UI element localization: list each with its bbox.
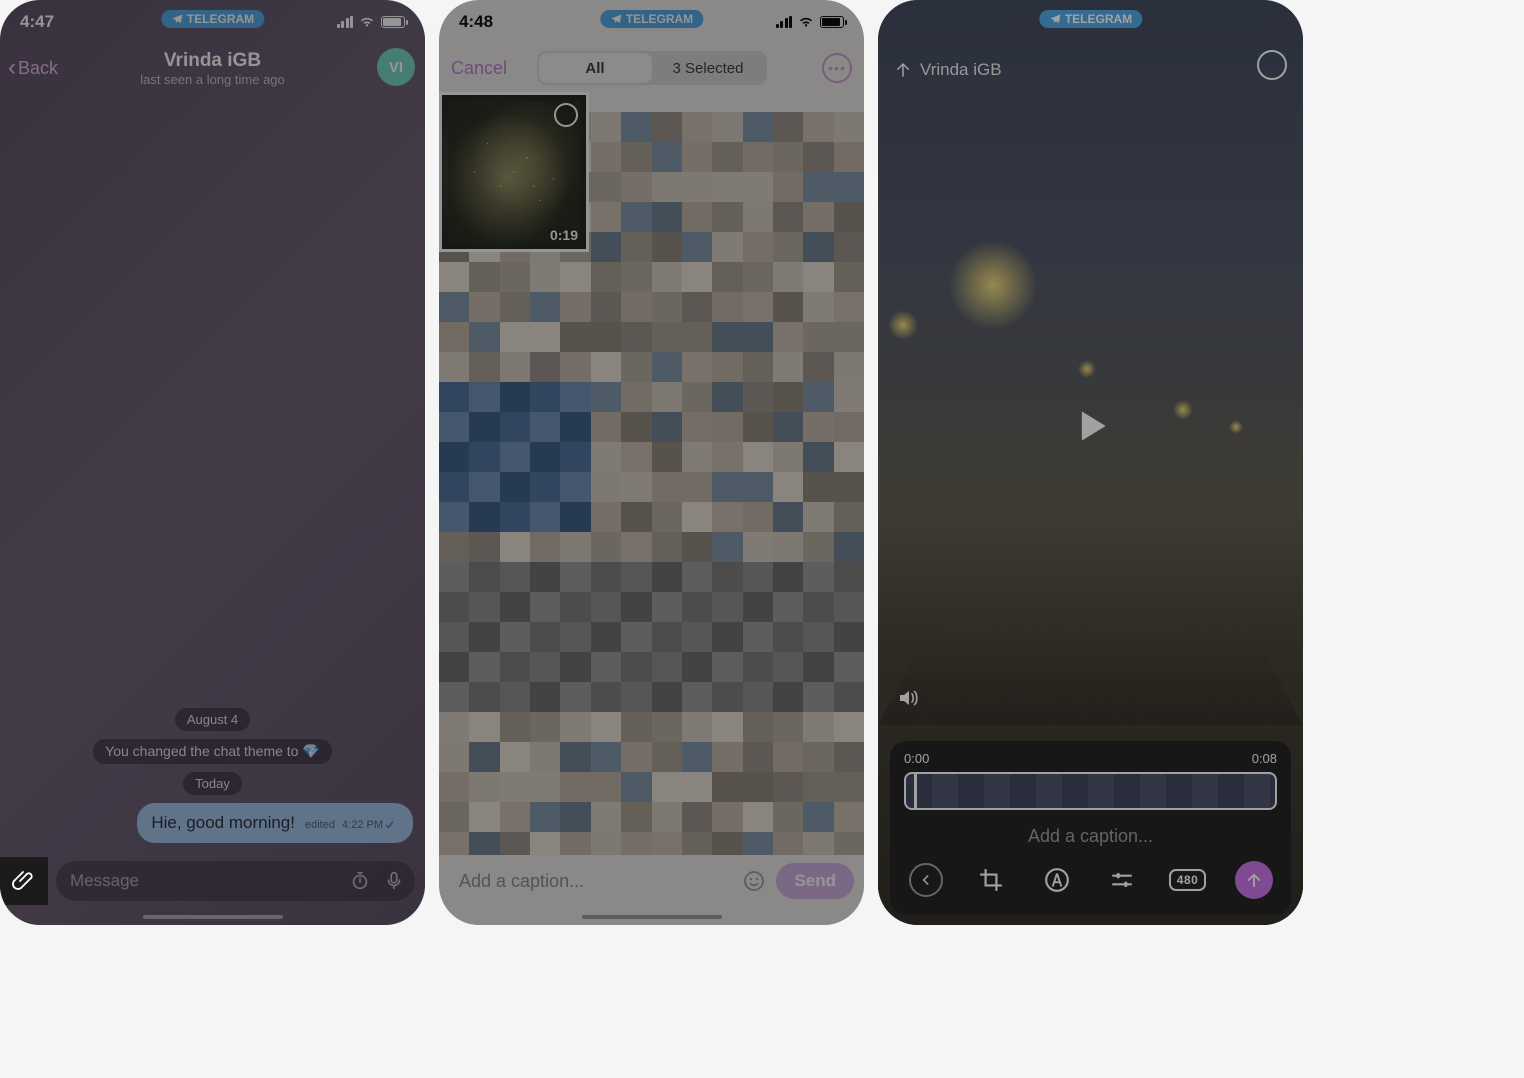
cellular-icon	[776, 16, 793, 28]
check-icon	[385, 820, 399, 830]
segment-all[interactable]: All	[539, 53, 652, 83]
back-button[interactable]: ‹ Back	[6, 52, 60, 84]
trim-playhead[interactable]	[914, 772, 917, 810]
up-arrow-icon[interactable]	[894, 61, 912, 79]
quality-chip: 480	[1169, 869, 1207, 891]
sound-button[interactable]	[896, 686, 920, 710]
trim-start-time: 0:00	[904, 751, 929, 766]
notification-app-name: TELEGRAM	[626, 12, 693, 26]
message-text: Hie, good morning!	[151, 813, 295, 833]
play-icon	[1069, 404, 1113, 448]
chat-header: ‹ Back Vrinda iGB last seen a long time …	[0, 44, 425, 92]
sliders-icon	[1109, 867, 1135, 893]
screen-media-picker: 4:48 TELEGRAM Cancel All 3 Selected ••• …	[439, 0, 864, 925]
picker-header: Cancel All 3 Selected •••	[439, 44, 864, 92]
caption-input[interactable]: Add a caption...	[459, 871, 732, 892]
crop-icon	[978, 867, 1004, 893]
date-separator: Today	[183, 772, 242, 795]
text-icon	[1044, 867, 1070, 893]
back-tool-button[interactable]	[908, 862, 944, 898]
attach-button[interactable]	[0, 857, 48, 905]
selection-circle[interactable]	[554, 103, 578, 127]
outgoing-message[interactable]: Hie, good morning! edited 4:22 PM	[137, 803, 413, 843]
editor-toolbar: 480	[890, 857, 1291, 905]
home-indicator	[143, 915, 283, 919]
microphone-icon[interactable]	[383, 870, 405, 892]
send-button[interactable]	[1235, 861, 1273, 899]
quality-button[interactable]: 480	[1170, 862, 1206, 898]
segment-control[interactable]: All 3 Selected	[537, 51, 767, 85]
cancel-button[interactable]: Cancel	[451, 58, 507, 79]
wifi-icon	[798, 16, 814, 28]
message-meta: edited 4:22 PM	[305, 819, 399, 831]
editor-panel: 0:00 0:08 Add a caption... 480	[890, 741, 1291, 915]
crop-button[interactable]	[973, 862, 1009, 898]
message-placeholder: Message	[70, 871, 139, 891]
more-button[interactable]: •••	[822, 53, 852, 83]
screen-video-editor: TELEGRAM Vrinda iGB 0:00 0:08 Add a capt…	[878, 0, 1303, 925]
battery-icon	[381, 16, 405, 28]
send-button[interactable]: Send	[776, 863, 854, 899]
segment-selected[interactable]: 3 Selected	[652, 53, 765, 83]
chevron-left-icon	[909, 863, 943, 897]
chat-title[interactable]: Vrinda iGB	[0, 50, 425, 72]
home-indicator	[582, 915, 722, 919]
chat-subtitle: last seen a long time ago	[0, 72, 425, 87]
adjust-button[interactable]	[1104, 862, 1140, 898]
caption-input[interactable]: Add a caption...	[890, 818, 1291, 857]
status-indicators	[337, 16, 406, 28]
arrow-up-icon	[1245, 871, 1263, 889]
telegram-icon	[610, 13, 622, 25]
avatar[interactable]: VI	[377, 48, 415, 86]
clock: 4:47	[20, 12, 54, 32]
status-indicators	[776, 16, 845, 28]
chat-body: August 4 You changed the chat theme to 💎…	[0, 92, 425, 851]
selection-circle[interactable]	[1257, 50, 1287, 80]
trim-slider[interactable]	[904, 772, 1277, 810]
notification-app-name: TELEGRAM	[187, 12, 254, 26]
text-button[interactable]	[1039, 862, 1075, 898]
play-button[interactable]	[1069, 404, 1113, 448]
clock: 4:48	[459, 12, 493, 32]
timer-icon[interactable]	[349, 870, 371, 892]
wifi-icon	[359, 16, 375, 28]
video-duration: 0:19	[550, 227, 578, 243]
notification-pill[interactable]: TELEGRAM	[161, 10, 264, 28]
message-input-bar: Message	[0, 851, 425, 925]
trim-times: 0:00 0:08	[890, 751, 1291, 766]
speaker-icon	[896, 686, 920, 710]
date-separator: August 4	[175, 708, 250, 731]
notification-pill[interactable]: TELEGRAM	[600, 10, 703, 28]
system-message: You changed the chat theme to 💎	[93, 739, 332, 764]
ellipsis-icon: •••	[828, 60, 846, 76]
trim-end-time: 0:08	[1252, 751, 1277, 766]
message-input[interactable]: Message	[56, 861, 415, 901]
theme-emoji-icon: 💎	[302, 743, 319, 759]
recipient-name[interactable]: Vrinda iGB	[920, 60, 1002, 80]
video-thumbnail[interactable]: 0:19	[439, 92, 589, 252]
back-label: Back	[18, 58, 58, 79]
telegram-icon	[171, 13, 183, 25]
screen-chat: 4:47 TELEGRAM ‹ Back Vrinda iGB last see…	[0, 0, 425, 925]
cellular-icon	[337, 16, 354, 28]
emoji-button[interactable]	[742, 869, 766, 893]
battery-icon	[820, 16, 844, 28]
editor-header: Vrinda iGB	[878, 0, 1303, 100]
chevron-left-icon: ‹	[8, 56, 16, 80]
paperclip-icon	[12, 869, 36, 893]
